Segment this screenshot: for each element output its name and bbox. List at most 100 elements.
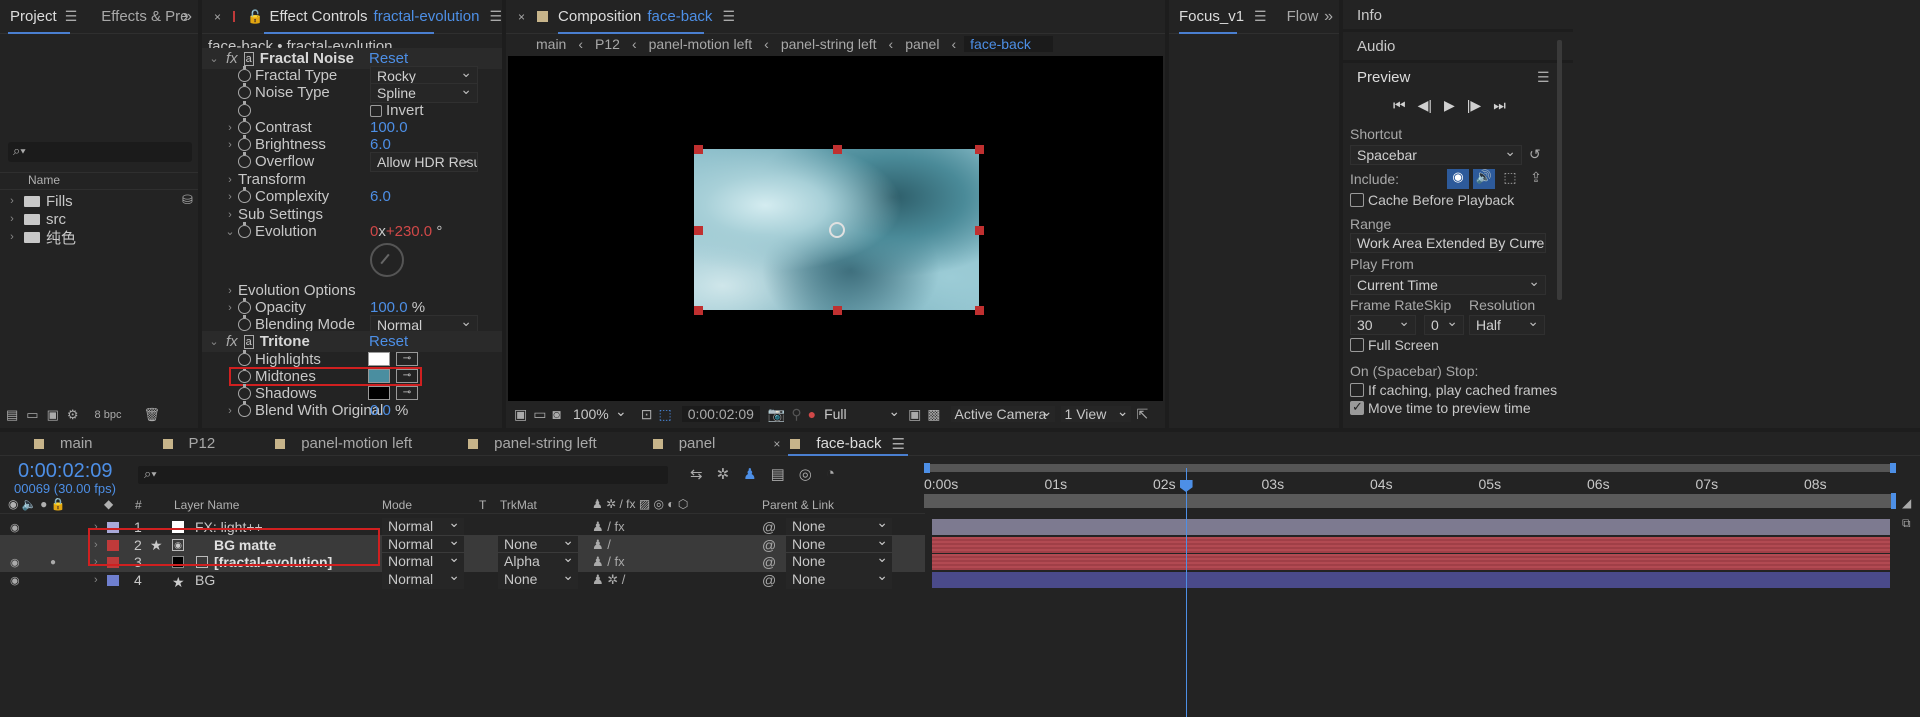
- play-from-dropdown[interactable]: Current Time: [1350, 273, 1546, 295]
- cache-before-playback[interactable]: Cache Before Playback: [1350, 192, 1514, 208]
- always-preview-icon[interactable]: ▣: [514, 406, 527, 423]
- layer-row[interactable]: ◉ › 4 ★ BG Normal ⌄ None ⌄ ♟ ✲ / @ None ⌄: [0, 567, 925, 590]
- layer-name[interactable]: BG: [195, 572, 215, 588]
- navigator-end-handle[interactable]: [1890, 463, 1896, 473]
- close-icon[interactable]: ×: [214, 10, 221, 24]
- move-time-option[interactable]: Move time to preview time: [1350, 399, 1531, 416]
- if-caching-checkbox[interactable]: [1350, 383, 1364, 397]
- solo-icon[interactable]: ●: [50, 557, 56, 568]
- next-frame-icon[interactable]: |▶: [1467, 97, 1481, 114]
- timeline-search-field[interactable]: ⌕▾: [138, 466, 668, 484]
- shortcut-dropdown[interactable]: Spacebar: [1350, 143, 1522, 165]
- video-eye-icon[interactable]: ◉: [10, 574, 20, 587]
- cache-checkbox[interactable]: [1350, 193, 1364, 207]
- motion-blur-icon[interactable]: ◎: [799, 465, 812, 483]
- pickwhip-icon[interactable]: @: [762, 572, 776, 588]
- breadcrumb-p12[interactable]: P12: [595, 36, 620, 52]
- highlights-color-swatch[interactable]: [368, 352, 390, 366]
- stopwatch-icon[interactable]: [238, 401, 251, 417]
- project-item-solids[interactable]: › 纯色: [0, 228, 182, 247]
- video-eye-icon[interactable]: ◉: [1447, 169, 1469, 189]
- breadcrumb-main[interactable]: main: [536, 36, 566, 52]
- tab-effect-controls[interactable]: Effect Controls fractal-evolution: [263, 8, 489, 25]
- audio-icon[interactable]: 🔊: [1473, 169, 1495, 189]
- anchor-point-icon[interactable]: [829, 222, 845, 238]
- work-area-end-handle[interactable]: [1891, 493, 1896, 509]
- fx-icon[interactable]: fx: [226, 333, 238, 350]
- layer-duration-bar[interactable]: [932, 572, 1890, 588]
- layer-switches[interactable]: ♟ / fx: [592, 519, 625, 535]
- info-section[interactable]: Info: [1357, 7, 1382, 24]
- panel-overflow-icon[interactable]: »: [1324, 8, 1333, 26]
- layer-duration-bar[interactable]: [932, 554, 1890, 570]
- stopwatch-icon[interactable]: [238, 152, 251, 168]
- hide-shy-layers-icon[interactable]: ♟: [743, 465, 756, 483]
- eyedropper-icon[interactable]: ⊸: [396, 352, 418, 366]
- full-screen-option[interactable]: Full Screen: [1350, 337, 1439, 353]
- transform-handle[interactable]: [694, 226, 703, 235]
- flowchart-icon[interactable]: ⛁: [182, 192, 193, 208]
- layer-duration-bar[interactable]: [932, 519, 1890, 535]
- tab-project[interactable]: Project: [0, 8, 67, 25]
- frame-rate-dropdown[interactable]: 30: [1350, 313, 1416, 335]
- external-video-icon[interactable]: ⇪: [1525, 169, 1547, 189]
- project-settings-icon[interactable]: ⚙: [67, 407, 79, 423]
- preview-menu-icon[interactable]: ☰: [1537, 69, 1550, 86]
- timeline-tab-main[interactable]: main: [60, 435, 93, 452]
- work-area-bar[interactable]: [924, 493, 1896, 509]
- transparency-grid-icon[interactable]: ▩: [927, 406, 940, 423]
- comp-button-icon[interactable]: ⧉: [1902, 516, 1911, 531]
- time-navigator[interactable]: [924, 463, 1896, 473]
- composition-viewer[interactable]: [508, 56, 1163, 401]
- last-frame-icon[interactable]: ⏭: [1493, 97, 1506, 114]
- breadcrumb-panel-motion-left[interactable]: panel-motion left: [649, 36, 753, 52]
- time-ruler[interactable]: 0:00s 01s 02s 03s 04s 05s 06s 07s 08s: [924, 474, 1896, 494]
- reset-shortcut-icon[interactable]: ↺: [1529, 146, 1541, 163]
- play-icon[interactable]: ▶: [1444, 97, 1455, 114]
- evolution-value[interactable]: 0x+230.0 °: [370, 223, 442, 240]
- panel-overflow-icon[interactable]: »: [183, 8, 192, 26]
- transform-handle[interactable]: [694, 306, 703, 315]
- stopwatch-icon[interactable]: [238, 135, 251, 151]
- stopwatch-icon[interactable]: [238, 101, 251, 117]
- focus-menu-icon[interactable]: ☰: [1254, 8, 1267, 25]
- breadcrumb-panel-string-left[interactable]: panel-string left: [781, 36, 877, 52]
- complexity-value[interactable]: 6.0: [370, 188, 391, 205]
- new-folder-icon[interactable]: ▭: [26, 407, 38, 423]
- shadows-color-swatch[interactable]: [368, 386, 390, 400]
- video-eye-icon[interactable]: ◉: [10, 521, 20, 534]
- stopwatch-icon[interactable]: [238, 118, 251, 134]
- stopwatch-icon[interactable]: [238, 83, 251, 99]
- stopwatch-icon[interactable]: [238, 66, 251, 82]
- project-item-fills[interactable]: › Fills: [0, 192, 182, 210]
- zoom-dropdown[interactable]: 100% ⌄: [573, 403, 629, 422]
- reset-exposure-icon[interactable]: ⇱: [1137, 406, 1149, 423]
- monitor-icon[interactable]: ▭: [533, 406, 546, 423]
- range-dropdown[interactable]: Work Area Extended By Current...: [1350, 233, 1546, 253]
- snapshot-icon[interactable]: 📷: [768, 406, 785, 423]
- move-time-checkbox[interactable]: [1350, 399, 1364, 415]
- layer-duration-bar[interactable]: [932, 537, 1890, 553]
- fit-icon[interactable]: ⊡: [641, 406, 653, 423]
- timeline-tab-panel[interactable]: panel: [679, 435, 716, 452]
- invert-checkbox[interactable]: [370, 104, 382, 117]
- if-caching-option[interactable]: If caching, play cached frames: [1350, 382, 1557, 398]
- draft-3d-icon[interactable]: ✲: [717, 465, 730, 483]
- pickwhip-icon[interactable]: @: [762, 554, 776, 570]
- resolution-dropdown[interactable]: Half: [1469, 313, 1545, 335]
- layer-switches[interactable]: ♟ ✲ /: [592, 572, 625, 588]
- audio-section[interactable]: Audio: [1357, 38, 1395, 55]
- blend-value[interactable]: 0.0 %: [370, 402, 408, 419]
- project-item-src[interactable]: › src: [0, 210, 182, 228]
- layer-switches[interactable]: ♟ / fx: [592, 554, 625, 570]
- channel-icon[interactable]: ●: [808, 406, 816, 422]
- playhead[interactable]: [1179, 468, 1193, 717]
- skip-dropdown[interactable]: 0: [1424, 313, 1464, 335]
- layer-switches[interactable]: ♟ /: [592, 537, 611, 553]
- layer-name-column-header[interactable]: Layer Name: [174, 498, 239, 512]
- pickwhip-icon[interactable]: @: [762, 537, 776, 553]
- project-search-field[interactable]: ⌕▾: [8, 142, 192, 162]
- breadcrumb-panel[interactable]: panel: [905, 36, 939, 52]
- timeline-tab-panel-string-left[interactable]: panel-string left: [494, 435, 597, 452]
- timeline-menu-icon[interactable]: ☰: [891, 435, 904, 453]
